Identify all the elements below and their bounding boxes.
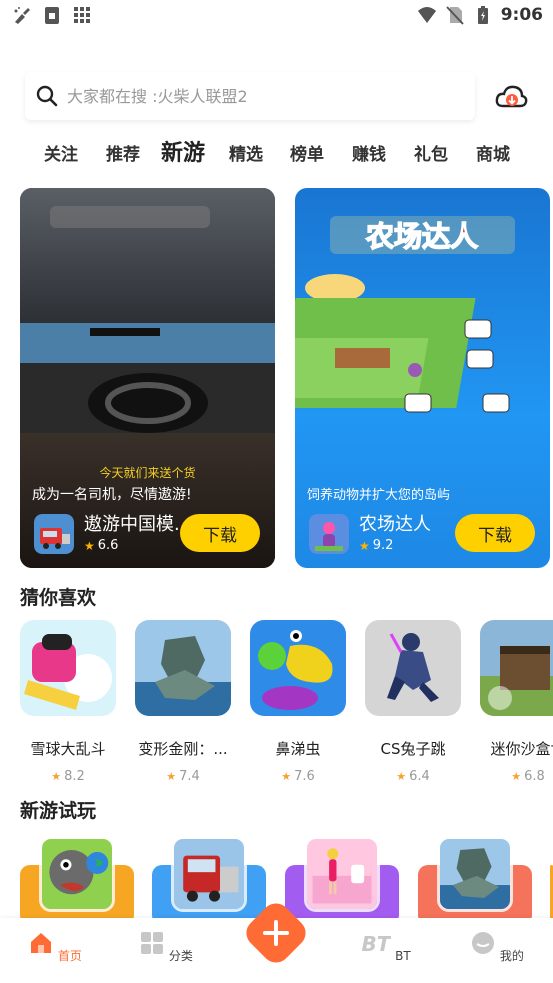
banner-title-art: 农场达人 — [365, 220, 478, 253]
cloud-download-icon[interactable] — [494, 82, 528, 112]
game-item[interactable]: CS兔子跳 ★ 6.4 — [365, 620, 461, 784]
truck-game-icon — [171, 836, 247, 912]
banner-card[interactable]: 农场达人 饲养动物并扩大您的岛屿 农场达人 ★ 9.2 下载 — [295, 188, 550, 568]
star-icon: ★ — [84, 538, 95, 553]
sandbox-game-icon — [480, 620, 553, 716]
tab-new-games[interactable]: 新游 — [161, 135, 205, 168]
star-icon: ★ — [281, 770, 292, 783]
nav-profile[interactable]: 我的 — [467, 930, 527, 964]
game-name: 鼻涕虫 — [275, 740, 321, 758]
status-bar: 9:06 — [0, 0, 553, 32]
tab-store[interactable]: 商城 — [476, 140, 510, 165]
banner-description: 成为一名司机，尽情遨游! — [32, 487, 192, 503]
robot-game-icon — [135, 620, 231, 716]
banner-rating: ★ 6.6 — [84, 538, 119, 553]
snowball-game-icon — [20, 620, 116, 716]
download-button[interactable]: 下载 — [180, 514, 260, 552]
tab-featured[interactable]: 精选 — [229, 140, 263, 165]
game-rating: ★ 8.2 — [51, 769, 85, 784]
trial-card[interactable] — [418, 833, 532, 925]
section-title-guess: 猜你喜欢 — [20, 587, 97, 609]
runner-game-icon — [304, 836, 380, 912]
banner-app-name: 遨游中国模... — [84, 514, 192, 535]
star-icon: ★ — [166, 770, 177, 783]
home-icon — [31, 933, 52, 953]
banner-card[interactable]: 今天就们来送个货 成为一名司机，尽情遨游! 遨游中国模... ★ 6.6 下载 — [20, 188, 275, 568]
game-rating: ★ 6.8 — [511, 769, 545, 784]
game-name: 迷你沙盒世 — [490, 740, 553, 758]
game-rating: ★ 6.4 — [396, 769, 430, 784]
game-item[interactable]: 鼻涕虫 ★ 7.6 — [250, 620, 346, 784]
nav-bt[interactable]: BT BT — [356, 930, 416, 963]
game-name: 变形金刚：... — [138, 740, 228, 758]
banner-overlay-text: 今天就们来送个货 — [99, 466, 196, 480]
download-button[interactable]: 下载 — [455, 514, 535, 552]
category-tabs: 关注 推荐 新游 精选 榜单 赚钱 礼包 商城 — [0, 130, 553, 172]
banner-description: 饲养动物并扩大您的岛屿 — [307, 488, 451, 503]
search-input[interactable] — [67, 86, 447, 106]
game-name: CS兔子跳 — [380, 740, 446, 758]
nav-category[interactable]: 分类 — [136, 930, 196, 964]
farm-app-icon — [309, 514, 349, 554]
grid-icon — [74, 7, 90, 23]
tab-recommend[interactable]: 推荐 — [106, 140, 140, 165]
tab-gifts[interactable]: 礼包 — [414, 140, 448, 165]
robot-shark-game-icon — [437, 836, 513, 912]
trial-card[interactable] — [20, 833, 134, 925]
wifi-icon — [417, 7, 436, 23]
game-name: 雪球大乱斗 — [30, 740, 106, 758]
tab-follow[interactable]: 关注 — [44, 140, 78, 165]
battery-icon — [477, 6, 488, 24]
svg-text:BT: BT — [362, 932, 391, 956]
star-icon: ★ — [396, 770, 407, 783]
banner-app-name: 农场达人 — [359, 514, 431, 535]
game-item[interactable]: 变形金刚：... ★ 7.4 — [135, 620, 231, 784]
tab-rankings[interactable]: 榜单 — [290, 140, 324, 165]
profile-icon — [472, 932, 495, 954]
game-item[interactable]: 雪球大乱斗 ★ 8.2 — [20, 620, 116, 784]
search-icon — [36, 85, 58, 107]
cs-game-icon — [365, 620, 461, 716]
clock: 9:06 — [500, 5, 543, 25]
category-grid-icon — [141, 932, 164, 954]
banner-rating: ★ 9.2 — [359, 538, 394, 553]
mole-game-icon — [39, 836, 115, 912]
tab-earn[interactable]: 赚钱 — [352, 140, 386, 165]
nav-home[interactable]: 首页 — [25, 930, 85, 964]
plus-button[interactable] — [243, 900, 309, 966]
star-icon: ★ — [51, 770, 62, 783]
slug-game-icon — [250, 620, 346, 716]
game-rating: ★ 7.4 — [166, 769, 200, 784]
game-rating: ★ 7.6 — [281, 769, 315, 784]
star-icon: ★ — [359, 538, 370, 553]
section-title-trial: 新游试玩 — [20, 800, 97, 822]
broom-icon — [14, 7, 30, 24]
search-bar[interactable] — [25, 72, 475, 120]
game-item[interactable]: 迷你沙盒世 ★6.8 — [480, 620, 553, 784]
no-sim-icon — [445, 6, 464, 25]
star-icon: ★ — [511, 770, 522, 783]
bt-icon: BT — [362, 932, 392, 956]
truck-app-icon — [34, 514, 74, 554]
sim-card-icon — [45, 7, 59, 24]
